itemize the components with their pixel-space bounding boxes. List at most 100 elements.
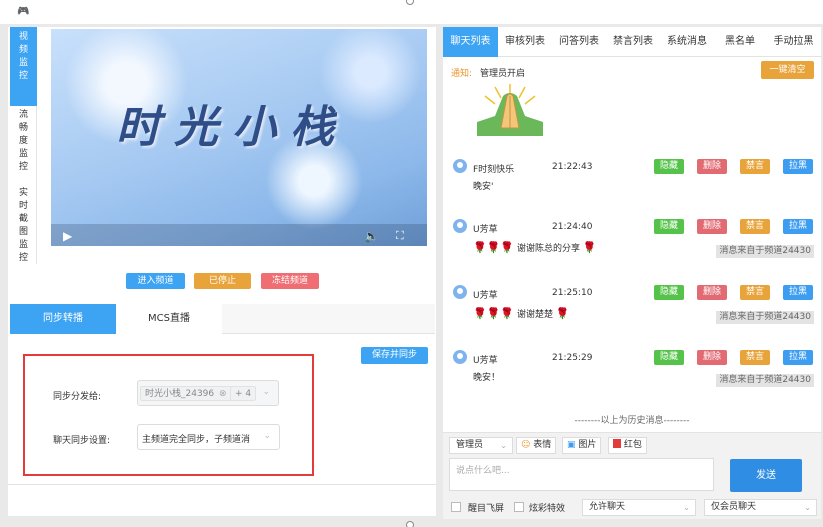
delete-button[interactable]: 删除: [697, 219, 727, 234]
chat-sync-select[interactable]: 主频道完全同步，子频道消 ⌄: [137, 424, 280, 450]
message-username: U芳草: [473, 356, 498, 366]
vtab-char: 控: [18, 71, 28, 81]
message-source-badge: 消息来自于频道24430: [716, 311, 814, 324]
vtab-char: 流: [18, 110, 28, 120]
mute-button[interactable]: 禁言: [740, 219, 770, 234]
chat-input-area: 管理员 ⌄ ☺ 表情 ▣ 图片 红包 说点什么吧... 发送 醒目飞屏 炫彩特效 …: [443, 432, 821, 519]
enter-channel-button[interactable]: 进入频道: [126, 273, 185, 289]
emoji-icon: ☺: [521, 440, 531, 450]
avatar: [453, 219, 467, 233]
vtab-video-monitor[interactable]: 视频监控: [10, 27, 37, 106]
sync-to-select[interactable]: 时光小栈_24396 ⊗ + 4 ⌄: [137, 380, 279, 406]
block-button[interactable]: 拉黑: [783, 219, 813, 234]
tag-close-icon[interactable]: ⊗: [219, 389, 227, 399]
message-input[interactable]: 说点什么吧...: [449, 458, 714, 491]
hide-button[interactable]: 隐藏: [654, 285, 684, 300]
rose-icon: 🌹: [500, 241, 515, 254]
block-button[interactable]: 拉黑: [783, 285, 813, 300]
vtab-fluency-monitor[interactable]: 流畅度监控: [10, 109, 37, 175]
rose-icon: 🌹: [473, 307, 487, 320]
hide-button[interactable]: 隐藏: [654, 219, 684, 234]
message-time: 21:22:43: [552, 162, 593, 172]
emoji-button[interactable]: ☺ 表情: [516, 437, 557, 454]
gamepad-icon: 🎮: [17, 6, 30, 17]
block-button[interactable]: 拉黑: [783, 159, 813, 174]
hide-button[interactable]: 隐藏: [654, 350, 684, 365]
vertical-tabs: 视频监控 流畅度监控 实时截图监控: [10, 27, 37, 264]
save-and-sync-button[interactable]: 保存并同步: [361, 347, 428, 364]
more-channels-tag: + 4: [230, 386, 257, 401]
volume-icon[interactable]: 🔈: [364, 230, 379, 242]
sync-to-label: 同步分发给:: [53, 392, 102, 402]
tab-sync-relay[interactable]: 同步转播: [10, 304, 116, 334]
tab-qa-list[interactable]: 问答列表: [552, 27, 606, 57]
send-button[interactable]: 发送: [730, 459, 802, 492]
member-chat-select[interactable]: 仅会员聊天 ⌄: [704, 499, 817, 516]
channel-tag: 时光小栈_24396 ⊗: [140, 386, 232, 401]
message-username: U芳草: [473, 291, 498, 301]
rose-icon: 🌹: [473, 241, 487, 254]
hide-button[interactable]: 隐藏: [654, 159, 684, 174]
image-button[interactable]: ▣ 图片: [562, 437, 602, 454]
video-player[interactable]: 时光小栈 ▶ 🔈 ⛶: [51, 29, 427, 246]
message-time: 21:24:40: [552, 222, 593, 232]
chat-sync-value: 主频道完全同步，子频道消: [142, 435, 251, 445]
delete-button[interactable]: 删除: [697, 159, 727, 174]
vtab-char: 畅: [18, 123, 28, 133]
chat-message: U芳草 21:25:29 隐藏 删除 禁言 拉黑 晚安！ 消息来自于频道2443…: [443, 350, 821, 420]
clear-all-button[interactable]: 一键清空: [761, 61, 814, 79]
tab-system-messages[interactable]: 系统消息: [660, 27, 714, 57]
vtab-char: 视: [18, 32, 28, 42]
redpacket-icon: [613, 439, 621, 448]
message-source-badge: 消息来自于频道24430: [716, 245, 814, 258]
praying-hands-icon: [477, 84, 543, 136]
vtab-char: 控: [18, 253, 28, 263]
message-username: U芳草: [473, 225, 498, 235]
delete-button[interactable]: 删除: [697, 350, 727, 365]
rose-icon: 🌹: [486, 241, 501, 254]
left-panel: 视频监控 流畅度监控 实时截图监控 时光小栈 ▶ 🔈 ⛶ 进入频道 已停止 冻结…: [8, 27, 436, 516]
tab-mcs-live[interactable]: MCS直播: [116, 304, 222, 334]
mute-button[interactable]: 禁言: [740, 350, 770, 365]
tab-mute-list[interactable]: 禁言列表: [606, 27, 660, 57]
play-icon[interactable]: ▶: [63, 230, 72, 242]
message-username: F时刻快乐: [473, 165, 515, 175]
block-button[interactable]: 拉黑: [783, 350, 813, 365]
chat-tabs: 聊天列表 审核列表 问答列表 禁言列表 系统消息 黑名单 手动拉黑: [443, 27, 821, 57]
tab-chat-list[interactable]: 聊天列表: [443, 27, 498, 57]
avatar: [453, 159, 467, 173]
delete-button[interactable]: 删除: [697, 285, 727, 300]
role-select[interactable]: 管理员 ⌄: [449, 437, 513, 454]
chevron-down-icon: ⌄: [263, 431, 271, 441]
vtab-char: 频: [18, 45, 28, 55]
mute-button[interactable]: 禁言: [740, 159, 770, 174]
chevron-down-icon: ⌄: [804, 503, 811, 512]
mute-button[interactable]: 禁言: [740, 285, 770, 300]
message-time: 21:25:29: [552, 353, 593, 363]
freeze-channel-button[interactable]: 冻结频道: [261, 273, 319, 289]
image-icon: ▣: [567, 440, 576, 450]
tab-review-list[interactable]: 审核列表: [498, 27, 552, 57]
rose-icon: 🌹: [486, 307, 501, 320]
chevron-down-icon: ⌄: [683, 503, 690, 512]
chat-sync-label: 聊天同步设置:: [53, 436, 111, 446]
fullscreen-icon[interactable]: ⛶: [396, 230, 404, 242]
notice-label: 通知:: [451, 69, 473, 79]
allow-chat-select[interactable]: 允许聊天 ⌄: [582, 499, 696, 516]
rose-icon: 🌹: [582, 241, 597, 254]
tab-blacklist[interactable]: 黑名单: [714, 27, 766, 57]
resize-handle-bottom[interactable]: [406, 521, 414, 527]
vtab-char: 时: [18, 201, 28, 211]
vtab-char: 实: [18, 188, 28, 198]
redpacket-button[interactable]: 红包: [608, 437, 647, 454]
message-text: 🌹🌹🌹 谢谢楚楚 🌹: [473, 307, 570, 320]
channel-tag-label: 时光小栈_24396: [145, 389, 215, 399]
stopped-button[interactable]: 已停止: [194, 273, 251, 289]
tab-manual-block[interactable]: 手动拉黑: [766, 27, 821, 57]
vtab-screenshot-monitor[interactable]: 实时截图监控: [10, 187, 37, 264]
vtab-char: 图: [18, 227, 28, 237]
effects-checkbox[interactable]: [514, 502, 524, 512]
rose-icon: 🌹: [555, 307, 570, 320]
flyscreen-checkbox[interactable]: [451, 502, 461, 512]
relay-tabs: 同步转播 MCS直播: [10, 304, 435, 334]
